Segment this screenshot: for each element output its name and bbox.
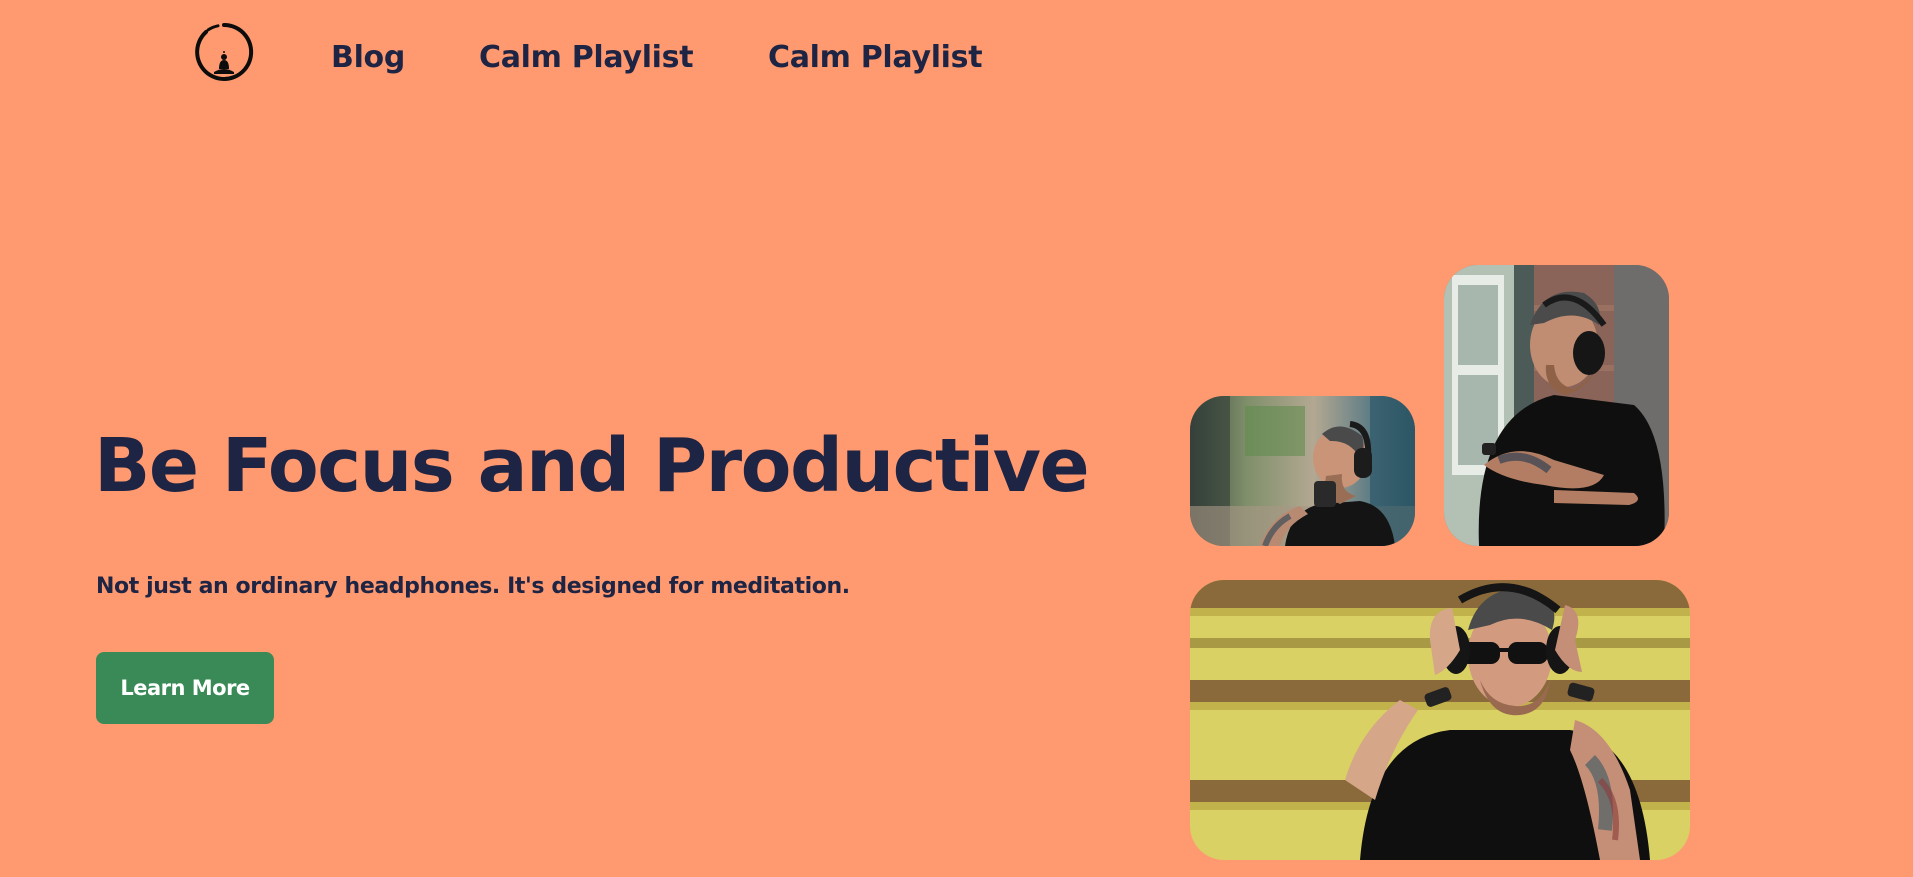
hero-photo-looking-up — [1190, 396, 1415, 546]
top-nav: Blog Calm Playlist Calm Playlist — [0, 0, 1913, 120]
nav-link-blog[interactable]: Blog — [331, 38, 405, 78]
hero-subtitle: Not just an ordinary headphones. It's de… — [96, 574, 850, 599]
nav-link-calm-playlist[interactable]: Calm Playlist — [479, 38, 694, 78]
meditation-logo-icon[interactable] — [192, 20, 256, 84]
hero-photo-sunglasses — [1190, 580, 1690, 860]
nav-link-calm-playlist-2[interactable]: Calm Playlist — [768, 38, 983, 78]
learn-more-button[interactable]: Learn More — [96, 652, 274, 724]
hero-photo-arms-crossed — [1444, 265, 1669, 546]
hero-title: Be Focus and Productive — [94, 423, 1090, 509]
